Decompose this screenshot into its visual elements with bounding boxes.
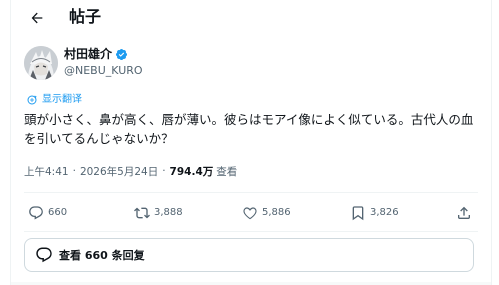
show-translation-label: 显示翻译 [42,94,82,105]
avatar[interactable] [24,46,58,80]
views-count[interactable]: 794.4万 [170,164,214,179]
avatar-illustration-icon [24,46,58,80]
author-handle[interactable]: @NEBU_KURO [64,63,143,79]
views-label: 查看 [216,165,238,178]
meta-separator: · [162,165,166,177]
show-translation-button[interactable]: 显示翻译 [26,92,82,108]
retweet-icon [134,207,150,219]
meta-separator: · [72,165,76,177]
column-right-border [491,0,492,285]
page-title: 帖子 [69,7,102,26]
reply-button[interactable]: 660 [28,202,67,224]
reply-icon [29,206,43,220]
view-replies-button[interactable]: 查看 660 条回复 [24,238,474,272]
like-count: 5,886 [262,207,291,218]
action-bar: 660 3,888 5,886 3,826 [24,200,476,226]
heart-icon [243,207,257,220]
author-name-row[interactable]: 村田雄介 [64,45,128,63]
share-icon [458,206,470,219]
retweet-count: 3,888 [154,207,183,218]
post-page: 帖子 村田雄介 @NEBU_KURO 显示翻译 頭が小さく、鼻が高く、唇が薄い。… [0,0,499,285]
bookmark-icon [352,206,364,221]
arrow-left-icon [31,12,43,24]
verified-badge-icon [115,48,128,60]
tweet-text: 頭が小さく、鼻が高く、唇が薄い。彼らはモアイ像によく似ている。古代人の血を引いて… [24,112,474,146]
divider [24,231,478,232]
translate-icon [27,95,37,105]
author-name[interactable]: 村田雄介 [64,45,112,63]
reply-count: 660 [48,207,68,218]
replies-bubble-icon [36,247,52,263]
like-button[interactable]: 5,886 [242,202,291,224]
tweet-date[interactable]: 2026年5月24日 [80,164,158,179]
divider [24,192,478,193]
post-header: 帖子 [11,0,491,36]
share-button[interactable] [456,202,472,224]
bookmark-count: 3,826 [370,207,399,218]
column-left-border [10,0,11,285]
retweet-button[interactable]: 3,888 [134,202,183,224]
tweet-time[interactable]: 上午4:41 [24,164,69,179]
back-button[interactable] [23,4,51,32]
view-replies-label: 查看 660 条回复 [59,249,145,262]
bookmark-button[interactable]: 3,826 [350,202,399,224]
tweet-meta: 上午4:41 · 2026年5月24日 · 794.4万 查看 [24,163,237,179]
